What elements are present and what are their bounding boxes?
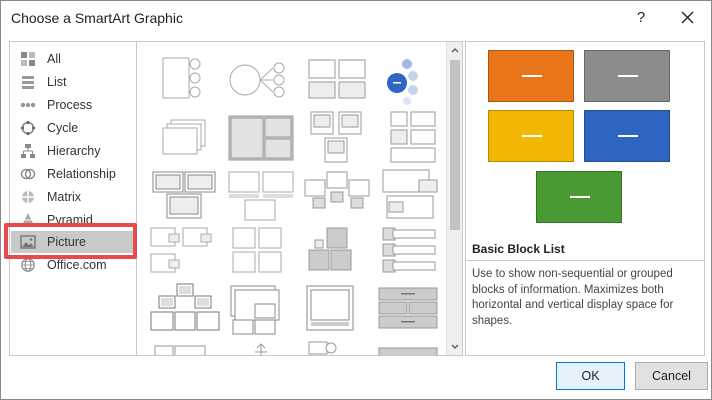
layout-thumbnail[interactable] bbox=[301, 50, 373, 108]
close-icon bbox=[681, 11, 693, 24]
layout-thumbnail[interactable] bbox=[225, 224, 297, 282]
help-button[interactable]: ? bbox=[626, 5, 656, 31]
pyramid-icon bbox=[19, 211, 37, 229]
chevron-up-icon bbox=[451, 48, 459, 53]
layout-thumbnail[interactable] bbox=[377, 340, 449, 355]
preview-block bbox=[536, 171, 622, 223]
category-label: Cycle bbox=[47, 121, 79, 135]
preview-graphic bbox=[466, 42, 704, 238]
category-office-com[interactable]: Office.com bbox=[11, 254, 135, 276]
category-label: Process bbox=[47, 98, 93, 112]
layout-thumbnail[interactable] bbox=[149, 166, 221, 224]
scroll-down-button[interactable] bbox=[447, 339, 462, 355]
category-pyramid[interactable]: Pyramid bbox=[11, 209, 135, 231]
category-process[interactable]: Process bbox=[11, 94, 135, 116]
category-label: Picture bbox=[47, 235, 86, 249]
layout-thumbnail[interactable] bbox=[225, 340, 297, 355]
list-icon bbox=[19, 73, 37, 91]
layout-thumbnail[interactable] bbox=[149, 108, 221, 166]
layout-thumbnail[interactable] bbox=[149, 50, 221, 108]
chevron-down-icon bbox=[451, 344, 459, 349]
preview-block bbox=[488, 50, 574, 102]
layout-thumbnail[interactable] bbox=[149, 224, 221, 282]
category-label: Relationship bbox=[47, 167, 116, 181]
matrix-icon bbox=[19, 188, 37, 206]
layout-thumbnail[interactable] bbox=[301, 224, 373, 282]
picture-icon bbox=[19, 233, 37, 251]
title-bar: Choose a SmartArt Graphic ? bbox=[1, 1, 711, 37]
layout-thumbnail[interactable] bbox=[149, 340, 221, 355]
layout-thumbnail[interactable] bbox=[377, 50, 449, 108]
close-button[interactable] bbox=[671, 5, 703, 31]
category-label: List bbox=[47, 75, 67, 89]
category-label: Office.com bbox=[47, 258, 107, 272]
category-list: All List Process Cycle Hierarchy Relatio… bbox=[9, 41, 137, 356]
category-hierarchy[interactable]: Hierarchy bbox=[11, 140, 135, 162]
preview-block bbox=[584, 50, 670, 102]
category-relationship[interactable]: Relationship bbox=[11, 163, 135, 185]
layout-thumbnail[interactable] bbox=[225, 282, 297, 340]
ok-button[interactable]: OK bbox=[556, 362, 625, 390]
layout-thumbnail[interactable] bbox=[225, 166, 297, 224]
hierarchy-icon bbox=[19, 142, 37, 160]
layout-thumbnail[interactable] bbox=[301, 340, 373, 355]
layout-thumbnail[interactable] bbox=[377, 108, 449, 166]
scroll-thumb[interactable] bbox=[450, 60, 460, 230]
layout-description: Use to show non-sequential or grouped bl… bbox=[466, 260, 704, 355]
process-icon bbox=[19, 96, 37, 114]
cancel-button[interactable]: Cancel bbox=[635, 362, 708, 390]
layout-thumbnail[interactable] bbox=[225, 108, 297, 166]
layout-thumbnail[interactable] bbox=[377, 224, 449, 282]
layout-grid bbox=[137, 42, 445, 355]
layout-thumbnail[interactable] bbox=[301, 166, 373, 224]
cycle-icon bbox=[19, 119, 37, 137]
relationship-icon bbox=[19, 165, 37, 183]
category-list-item[interactable]: List bbox=[11, 71, 135, 93]
layout-thumbnail[interactable] bbox=[301, 282, 373, 340]
layout-gallery bbox=[137, 41, 463, 356]
layout-thumbnail[interactable] bbox=[225, 50, 297, 108]
category-label: All bbox=[47, 52, 61, 66]
category-picture[interactable]: Picture bbox=[11, 231, 135, 253]
category-label: Matrix bbox=[47, 190, 82, 204]
category-cycle[interactable]: Cycle bbox=[11, 117, 135, 139]
scroll-up-button[interactable] bbox=[447, 42, 462, 58]
category-label: Pyramid bbox=[47, 213, 93, 227]
gallery-scrollbar[interactable] bbox=[446, 42, 462, 355]
category-matrix[interactable]: Matrix bbox=[11, 186, 135, 208]
all-icon bbox=[19, 50, 37, 68]
layout-thumbnail[interactable] bbox=[377, 166, 449, 224]
smartart-dialog: Choose a SmartArt Graphic ? All List Pro… bbox=[0, 0, 712, 400]
layout-thumbnail[interactable] bbox=[149, 282, 221, 340]
layout-thumbnail[interactable] bbox=[301, 108, 373, 166]
category-all[interactable]: All bbox=[11, 48, 135, 70]
dialog-title: Choose a SmartArt Graphic bbox=[11, 10, 183, 26]
layout-name: Basic Block List bbox=[472, 242, 565, 256]
category-label: Hierarchy bbox=[47, 144, 101, 158]
preview-pane: Basic Block List Use to show non-sequent… bbox=[465, 41, 705, 356]
preview-block bbox=[584, 110, 670, 162]
preview-block bbox=[488, 110, 574, 162]
layout-thumbnail[interactable] bbox=[377, 282, 449, 340]
globe-icon bbox=[19, 256, 37, 274]
